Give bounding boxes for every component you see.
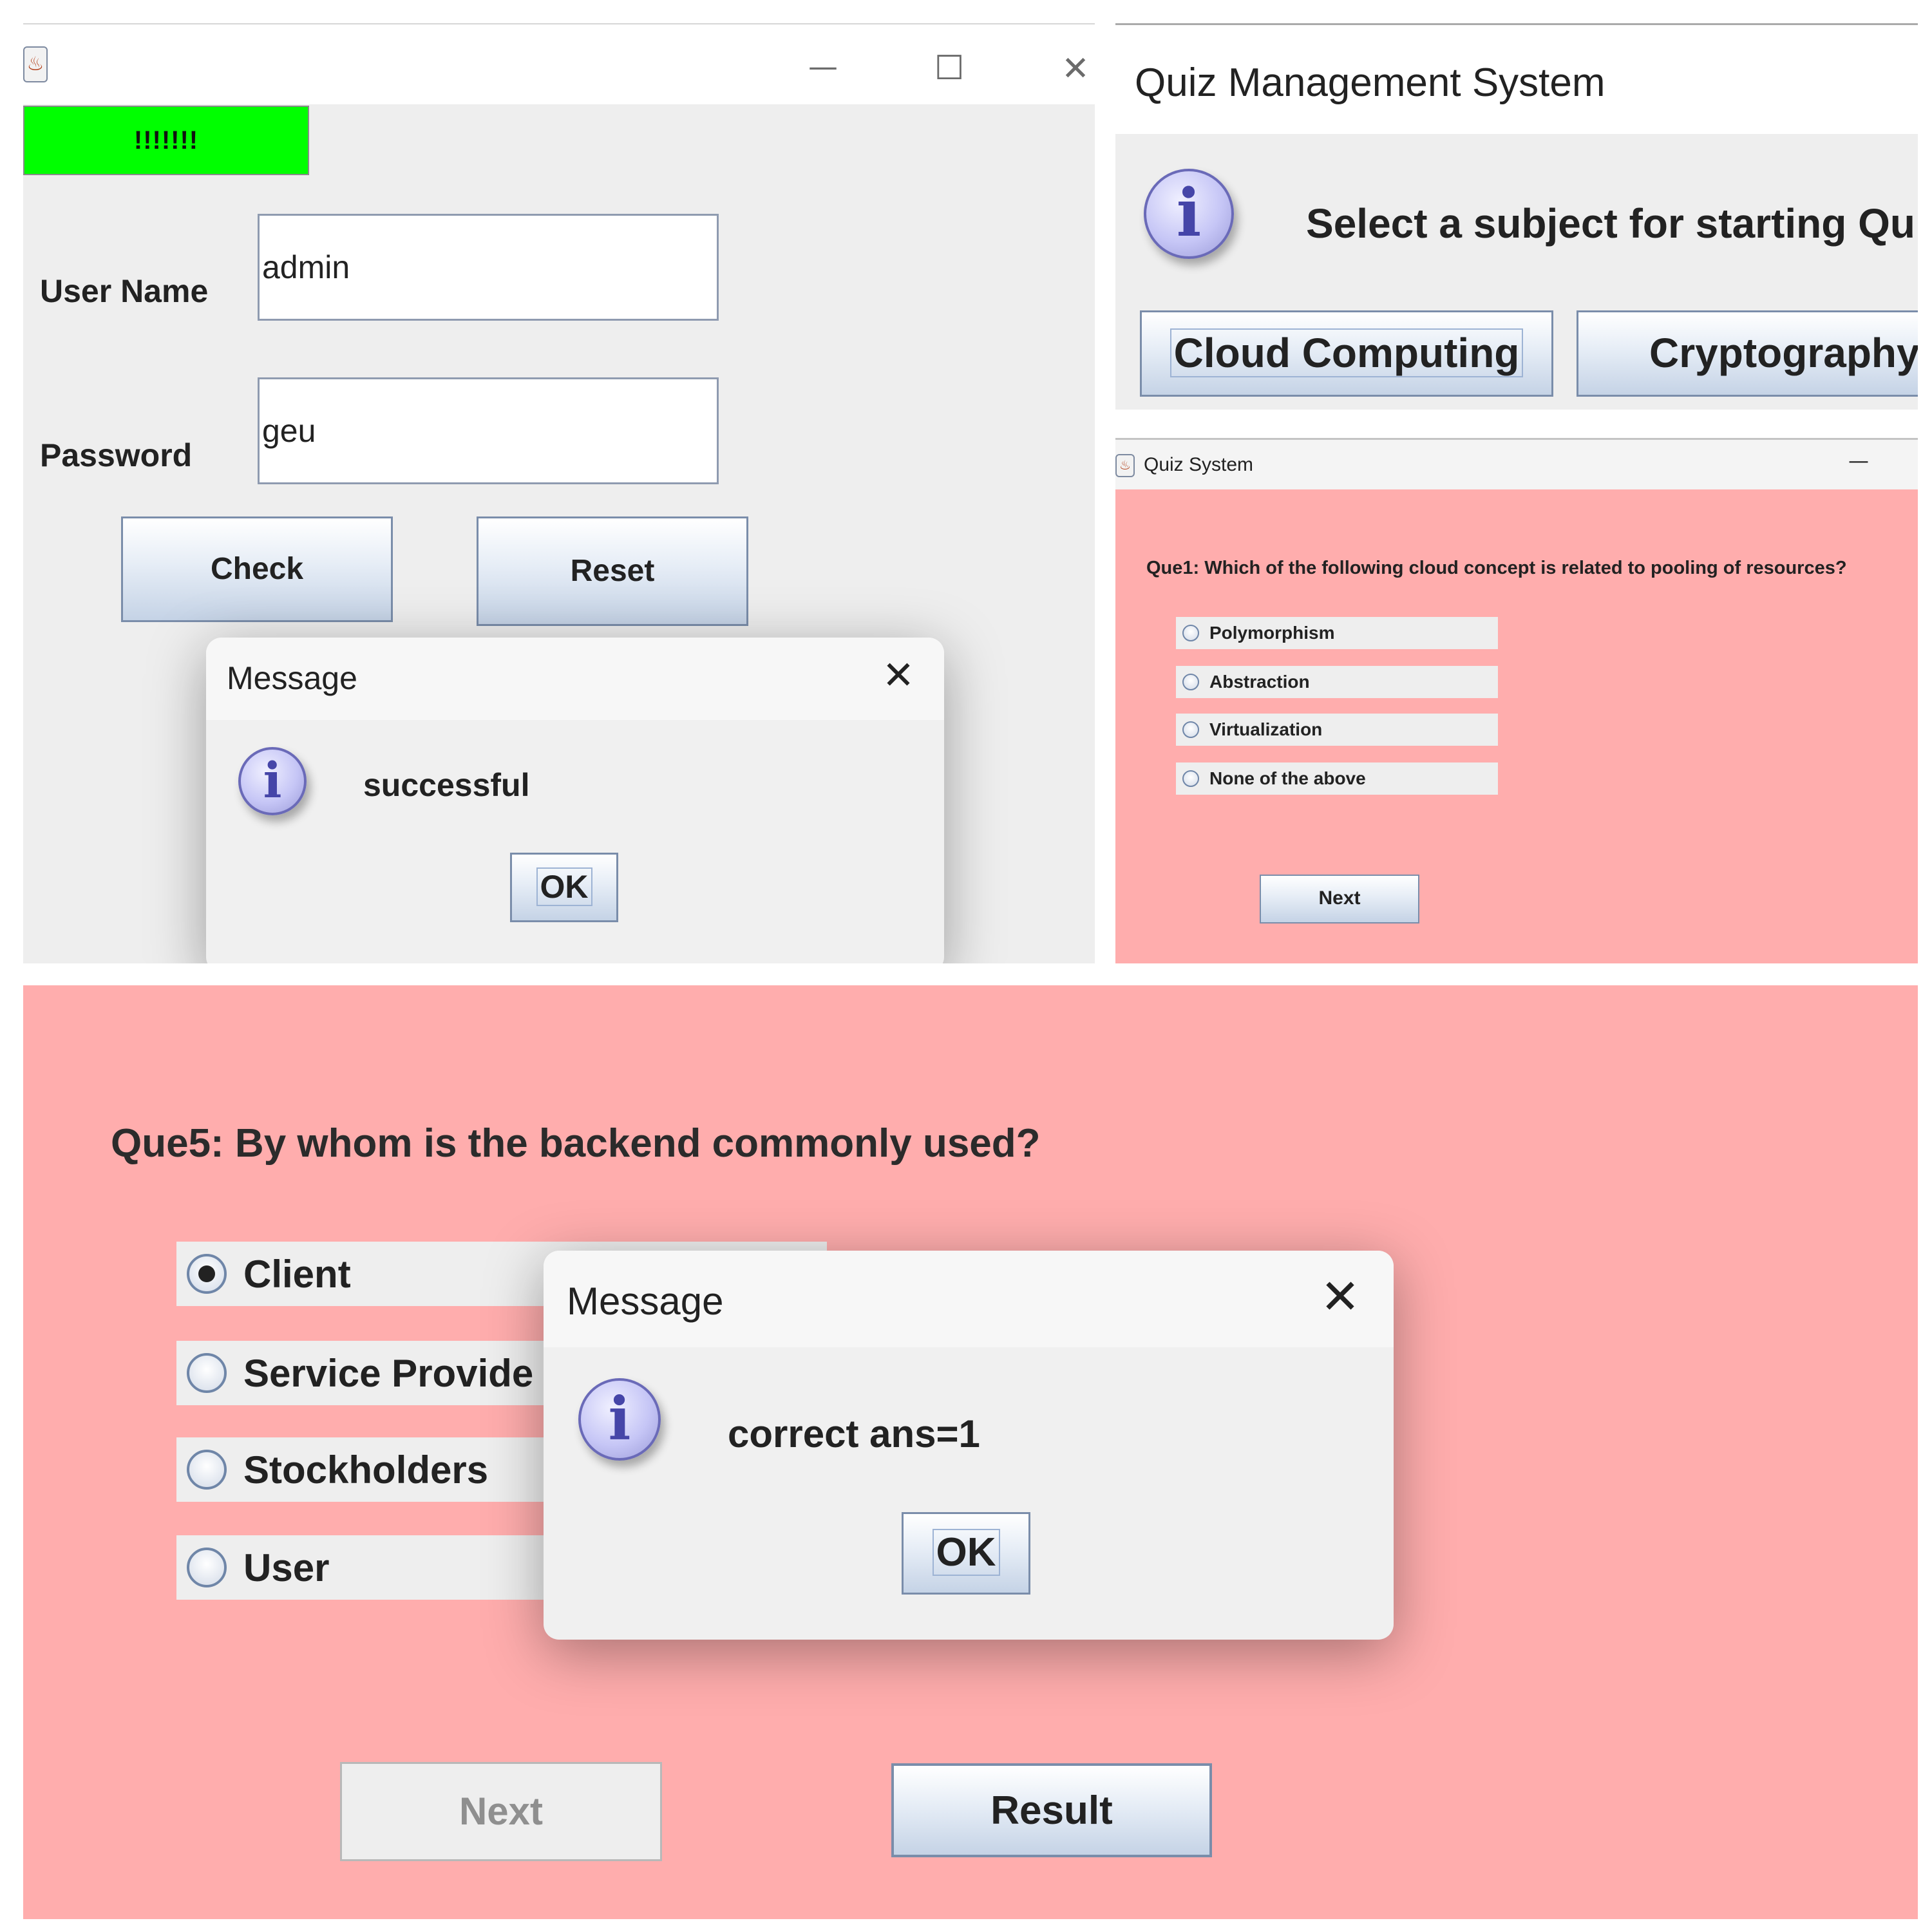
window-title: Quiz System <box>1144 454 1254 475</box>
radio-button[interactable] <box>1182 625 1199 641</box>
close-icon[interactable]: ✕ <box>1056 50 1095 89</box>
next-button[interactable]: Next <box>1260 875 1419 923</box>
radio-button[interactable] <box>187 1450 227 1490</box>
ok-label: OK <box>536 867 592 906</box>
password-label: Password <box>40 437 193 473</box>
ok-button[interactable]: OK <box>902 1512 1030 1595</box>
dialog-message: successful <box>363 767 530 803</box>
option-label: Abstraction <box>1209 672 1310 692</box>
cloud-computing-label: Cloud Computing <box>1170 328 1524 377</box>
option-label: Client <box>243 1252 351 1296</box>
result-button[interactable]: Result <box>891 1763 1212 1857</box>
quiz-q5-window: Que5: By whom is the backend commonly us… <box>23 985 1918 1919</box>
password-value: geu <box>262 413 316 449</box>
maximize-icon[interactable]: ☐ <box>930 50 969 89</box>
radio-button[interactable] <box>1182 770 1199 787</box>
username-label: User Name <box>40 273 209 309</box>
subject-prompt: Select a subject for starting Qui <box>1306 200 1918 247</box>
dialog-title: Message <box>567 1280 724 1323</box>
dialog-titlebar: Message ✕ <box>206 638 944 720</box>
option-label: Stockholders <box>243 1448 489 1492</box>
login-titlebar: ♨ — ☐ ✕ <box>23 24 1095 104</box>
option-none-of-the-above[interactable]: None of the above <box>1176 762 1498 795</box>
option-label: Virtualization <box>1209 719 1323 739</box>
password-field[interactable]: geu <box>258 377 719 484</box>
option-label: User <box>243 1546 330 1589</box>
info-icon: i <box>1144 169 1234 259</box>
radio-button[interactable] <box>1182 721 1199 738</box>
quiz-q1-window: ♨ Quiz System — Que1: Which of the follo… <box>1115 438 1918 963</box>
option-label: None of the above <box>1209 768 1366 788</box>
login-window: ♨ — ☐ ✕ !!!!!!! User Name admin Password… <box>23 23 1095 963</box>
check-button[interactable]: Check <box>121 516 393 622</box>
dialog-title: Message <box>227 660 357 696</box>
minimize-icon[interactable]: — <box>1846 449 1871 475</box>
option-abstraction[interactable]: Abstraction <box>1176 666 1498 698</box>
option-virtualization[interactable]: Virtualization <box>1176 714 1498 746</box>
info-icon: i <box>578 1378 661 1461</box>
question-text: Que1: Which of the following cloud conce… <box>1146 558 1847 578</box>
option-label: Service Provide <box>243 1351 534 1395</box>
dialog-titlebar: Message ✕ <box>544 1251 1394 1347</box>
minimize-icon[interactable]: — <box>804 50 842 89</box>
radio-button-selected[interactable] <box>187 1254 227 1294</box>
close-icon[interactable]: ✕ <box>876 654 921 699</box>
ok-label: OK <box>932 1529 1000 1576</box>
radio-button[interactable] <box>1182 674 1199 690</box>
subject-window: Quiz Management System i Select a subjec… <box>1115 23 1918 410</box>
cloud-computing-button[interactable]: Cloud Computing <box>1140 310 1553 397</box>
status-label: !!!!!!! <box>23 106 309 175</box>
close-icon[interactable]: ✕ <box>1311 1270 1369 1328</box>
dialog-message: correct ans=1 <box>728 1412 980 1455</box>
answer-dialog: Message ✕ i correct ans=1 OK <box>544 1251 1394 1640</box>
radio-button[interactable] <box>187 1548 227 1587</box>
radio-button[interactable] <box>187 1353 227 1393</box>
cryptography-button[interactable]: Cryptography <box>1577 310 1918 397</box>
quiz-titlebar: ♨ Quiz System — <box>1115 438 1918 489</box>
info-icon: i <box>238 747 307 815</box>
java-cup-icon: ♨ <box>1115 454 1135 477</box>
next-button-disabled: Next <box>340 1762 662 1861</box>
option-label: Polymorphism <box>1209 623 1335 643</box>
ok-button[interactable]: OK <box>510 853 618 922</box>
username-value: admin <box>262 249 350 285</box>
window-title: Quiz Management System <box>1135 61 1605 105</box>
reset-button[interactable]: Reset <box>477 516 748 626</box>
question-text: Que5: By whom is the backend commonly us… <box>111 1121 1041 1166</box>
java-cup-icon: ♨ <box>23 46 48 82</box>
subject-titlebar: Quiz Management System <box>1115 23 1918 134</box>
success-dialog: Message ✕ i successful OK <box>206 638 944 963</box>
option-polymorphism[interactable]: Polymorphism <box>1176 617 1498 649</box>
username-field[interactable]: admin <box>258 214 719 321</box>
